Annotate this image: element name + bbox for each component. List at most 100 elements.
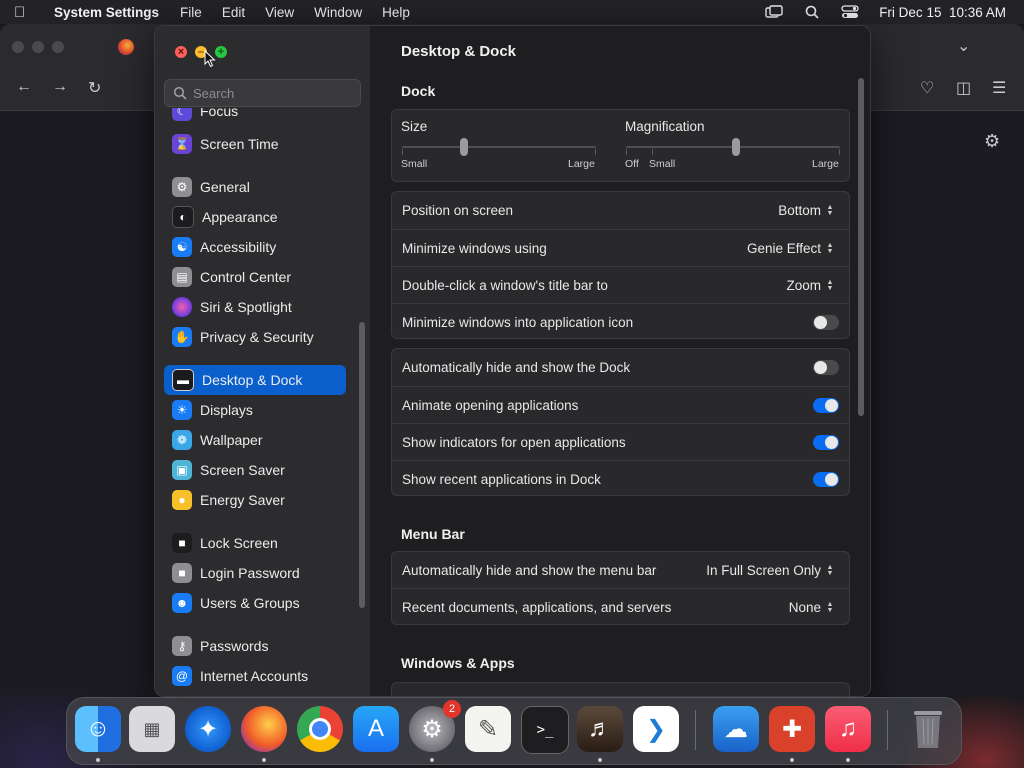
browser-zoom-button[interactable]: [52, 41, 64, 53]
sidebar-item-passwords[interactable]: ⚷ Passwords: [164, 631, 346, 661]
sidebar-item-focus[interactable]: ☾ Focus: [164, 108, 346, 122]
sidebar-item-energy-saver[interactable]: ● Energy Saver: [164, 485, 346, 515]
autohide-menubar-popup[interactable]: In Full Screen Only ▲ ▼: [706, 563, 835, 578]
minimize-using-popup[interactable]: Genie Effect ▲ ▼: [747, 241, 835, 256]
sidebar-item-privacy-security[interactable]: ✋ Privacy & Security: [164, 322, 346, 352]
zoom-button[interactable]: +: [215, 46, 227, 58]
sidebar-item-wallpaper[interactable]: ❁ Wallpaper: [164, 425, 346, 455]
double-click-row: Double-click a window's title bar to Zoo…: [392, 266, 849, 304]
autohide-menubar-value: In Full Screen Only: [706, 563, 821, 578]
apple-menu-icon[interactable]: : [14, 4, 40, 21]
running-indicator: [262, 758, 266, 762]
vscode-icon[interactable]: ❯: [633, 706, 679, 752]
sidebar-item-internet-accounts[interactable]: @ Internet Accounts: [164, 661, 346, 691]
dock-icon: ▬: [172, 369, 194, 391]
sidebar-item-label: Displays: [200, 402, 253, 418]
sidebar-item-screen-saver[interactable]: ▣ Screen Saver: [164, 455, 346, 485]
control-center-icon[interactable]: [841, 5, 859, 19]
minimize-using-value: Genie Effect: [746, 241, 821, 256]
sidebar-item-displays[interactable]: ☀ Displays: [164, 395, 346, 425]
menu-file[interactable]: File: [180, 5, 202, 20]
back-arrow-icon[interactable]: ←: [16, 78, 32, 96]
tab-list-chevron-icon[interactable]: ⌄: [957, 36, 970, 56]
show-indicators-toggle[interactable]: [813, 435, 839, 450]
sidebar-scrollbar[interactable]: [359, 322, 365, 608]
safari-icon[interactable]: ✦: [185, 706, 231, 752]
double-click-popup[interactable]: Zoom ▲ ▼: [786, 278, 835, 293]
sidebar-item-accessibility[interactable]: ☯ Accessibility: [164, 232, 346, 262]
textedit-icon[interactable]: ✎: [465, 706, 511, 752]
menu-window[interactable]: Window: [314, 5, 362, 20]
launchpad-icon[interactable]: ▦: [129, 706, 175, 752]
menubar-clock[interactable]: Fri Dec 15 10:36 AM: [879, 5, 1006, 20]
autohide-menubar-row: Automatically hide and show the menu bar…: [392, 552, 849, 589]
firefox-tab-icon[interactable]: [118, 39, 134, 55]
recent-docs-popup[interactable]: None ▲ ▼: [789, 600, 835, 615]
trash-icon[interactable]: [905, 706, 951, 752]
extensions-icon[interactable]: ◫: [956, 78, 971, 98]
music-icon[interactable]: ♫: [825, 706, 871, 752]
sidebar-item-lock-screen[interactable]: ■ Lock Screen: [164, 528, 346, 558]
sidebar-item-label: Siri & Spotlight: [200, 299, 292, 315]
system-settings-icon[interactable]: ⚙ 2: [409, 700, 461, 752]
chrome-icon[interactable]: [297, 706, 343, 752]
animate-opening-toggle[interactable]: [813, 398, 839, 413]
search-field[interactable]: Search: [164, 79, 361, 107]
sidebar-item-label: Focus: [200, 108, 239, 119]
size-slider-track[interactable]: [402, 146, 596, 148]
autohide-dock-label: Automatically hide and show the Dock: [402, 360, 631, 375]
sidebar: × – + Search ☾ Focus ⌛ Screen Time ⚙ Gen…: [155, 26, 371, 696]
app-store-icon[interactable]: A: [353, 706, 399, 752]
toggle-knob: [814, 361, 827, 374]
menu-view[interactable]: View: [265, 5, 294, 20]
garageband-icon[interactable]: ♬: [577, 706, 623, 752]
firefox-icon[interactable]: [241, 706, 287, 752]
windows-apps-group: [391, 682, 850, 696]
sidebar-item-label: Screen Saver: [200, 462, 285, 478]
forward-arrow-icon[interactable]: →: [52, 78, 68, 96]
minimize-into-icon-label: Minimize windows into application icon: [402, 315, 634, 330]
menu-help[interactable]: Help: [382, 5, 410, 20]
close-button[interactable]: ×: [175, 46, 187, 58]
dock-toggles-group: Automatically hide and show the Dock Ani…: [391, 348, 850, 496]
remote-desktop-icon[interactable]: ✚: [769, 706, 815, 752]
main-scrollbar[interactable]: [858, 78, 864, 416]
pocket-icon[interactable]: ♡: [920, 78, 934, 98]
reload-icon[interactable]: ↻: [88, 78, 101, 98]
spotlight-search-icon[interactable]: [803, 5, 821, 19]
menu-edit[interactable]: Edit: [222, 5, 245, 20]
sidebar-item-control-center[interactable]: ▤ Control Center: [164, 262, 346, 292]
sidebar-item-screen-time[interactable]: ⌛ Screen Time: [164, 129, 346, 159]
sidebar-item-login-password[interactable]: ■ Login Password: [164, 558, 346, 588]
sidebar-item-appearance[interactable]: ◐ Appearance: [164, 202, 346, 232]
autohide-dock-toggle[interactable]: [813, 360, 839, 375]
size-min-label: Small: [401, 158, 428, 170]
minimize-into-icon-toggle[interactable]: [813, 315, 839, 330]
hamburger-menu-icon[interactable]: ☰: [992, 78, 1006, 98]
app-menu-name[interactable]: System Settings: [54, 5, 159, 20]
sidebar-item-desktop-dock[interactable]: ▬ Desktop & Dock: [164, 365, 346, 395]
magnification-max-label: Large: [812, 158, 839, 170]
browser-minimize-button[interactable]: [32, 41, 44, 53]
sidebar-item-siri-spotlight[interactable]: Siri & Spotlight: [164, 292, 346, 322]
popup-chevrons-icon: ▲ ▼: [826, 203, 834, 217]
sidebar-item-users-groups[interactable]: ☻ Users & Groups: [164, 588, 346, 618]
weather-icon[interactable]: ☁: [713, 706, 759, 752]
animate-opening-label: Animate opening applications: [402, 398, 579, 413]
running-indicator: [790, 758, 794, 762]
browser-close-button[interactable]: [12, 41, 24, 53]
screen-mirroring-icon[interactable]: [765, 5, 783, 19]
dock-behavior-group: Position on screen Bottom ▲ ▼ Minimize wi…: [391, 191, 850, 339]
terminal-icon[interactable]: >_: [521, 706, 569, 754]
screen-saver-icon: ▣: [172, 460, 192, 480]
show-recent-toggle[interactable]: [813, 472, 839, 487]
menu-bar:  System Settings File Edit View Window …: [0, 0, 1024, 24]
sidebar-item-general[interactable]: ⚙ General: [164, 172, 346, 202]
wallpaper-icon: ❁: [172, 430, 192, 450]
position-on-screen-popup[interactable]: Bottom ▲ ▼: [778, 203, 835, 218]
size-slider-thumb[interactable]: [460, 138, 468, 156]
settings-gear-icon[interactable]: ⚙: [984, 131, 1000, 152]
magnification-slider-thumb[interactable]: [732, 138, 740, 156]
finder-icon[interactable]: ☺: [75, 706, 121, 752]
sidebar-item-label: Wallpaper: [200, 432, 263, 448]
